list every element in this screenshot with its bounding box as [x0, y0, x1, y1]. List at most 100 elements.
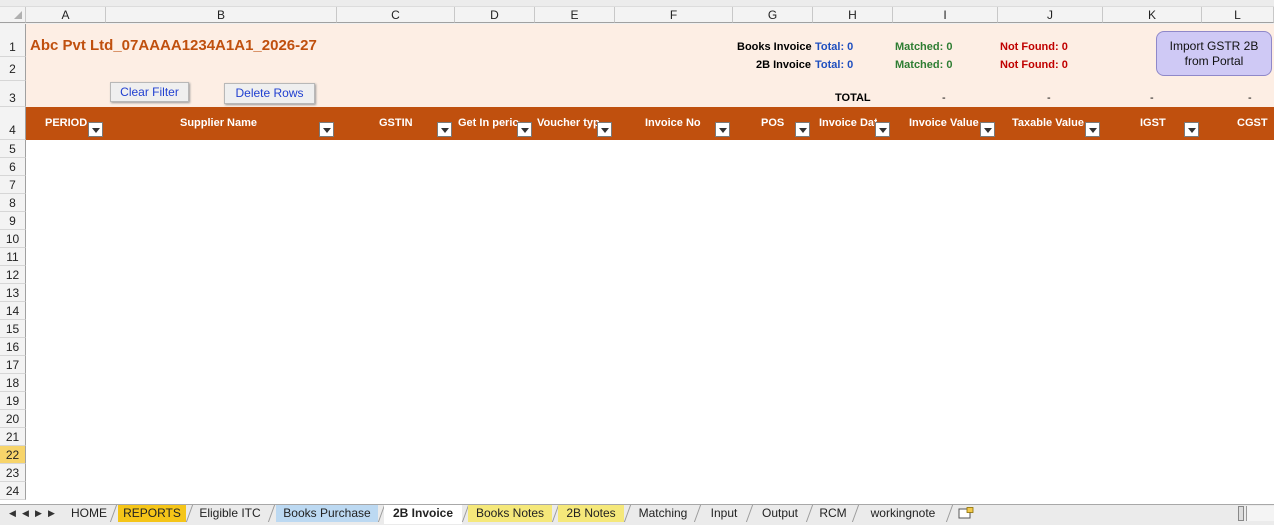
books-matched: Matched: 0: [895, 41, 953, 53]
column-header-l[interactable]: L: [1202, 7, 1274, 23]
filter-dropdown-icon[interactable]: [1184, 122, 1199, 137]
filter-dropdown-icon[interactable]: [88, 122, 103, 137]
row-header-13[interactable]: 13: [0, 284, 26, 302]
total-value-i: -: [942, 92, 946, 104]
total-value-j: -: [1047, 92, 1051, 104]
header-period: PERIOD: [45, 117, 88, 129]
column-header-d[interactable]: D: [455, 7, 535, 23]
twob-notfound: Not Found: 0: [1000, 59, 1068, 71]
column-header-c[interactable]: C: [337, 7, 455, 23]
filter-dropdown-icon[interactable]: [980, 122, 995, 137]
sheet-tab-input[interactable]: Input: [702, 505, 746, 522]
twob-total: Total: 0: [815, 59, 854, 71]
row-header-22[interactable]: 22: [0, 446, 26, 464]
row-header-8[interactable]: 8: [0, 194, 26, 212]
header-gstin: GSTIN: [379, 117, 413, 129]
header-invoice-date: Invoice Date: [819, 117, 877, 129]
row-header-16[interactable]: 16: [0, 338, 26, 356]
row-header-10[interactable]: 10: [0, 230, 26, 248]
total-label: TOTAL: [835, 92, 871, 104]
insert-sheet-icon[interactable]: [954, 505, 978, 522]
sheet-tab-matching[interactable]: Matching: [632, 505, 694, 522]
header-igst: IGST: [1140, 117, 1166, 129]
twob-invoice-label: 2B Invoice: [756, 59, 812, 71]
row-header-2[interactable]: 2: [0, 57, 26, 81]
column-header-h[interactable]: H: [813, 7, 893, 23]
filter-dropdown-icon[interactable]: [715, 122, 730, 137]
horizontal-scroll-splitter[interactable]: [1238, 506, 1244, 521]
row-header-4[interactable]: 4: [0, 107, 26, 140]
row-header-12[interactable]: 12: [0, 266, 26, 284]
row-header-5[interactable]: 5: [0, 140, 26, 158]
sheet-tab-books-notes[interactable]: Books Notes: [468, 505, 552, 522]
column-header-e[interactable]: E: [535, 7, 615, 23]
row-header-1[interactable]: 1: [0, 24, 26, 57]
row-header-23[interactable]: 23: [0, 464, 26, 482]
row-header-6[interactable]: 6: [0, 158, 26, 176]
sheet-tab-rcm[interactable]: RCM: [814, 505, 852, 522]
filter-dropdown-icon[interactable]: [875, 122, 890, 137]
header-invoice-value: Invoice Value: [909, 117, 979, 129]
header-cgst: CGST: [1237, 117, 1268, 129]
filter-dropdown-icon[interactable]: [597, 122, 612, 137]
total-value-k: -: [1150, 92, 1154, 104]
next-sheet-icon[interactable]: ▶: [35, 508, 42, 519]
filter-dropdown-icon[interactable]: [517, 122, 532, 137]
column-header-k[interactable]: K: [1103, 7, 1202, 23]
column-header-g[interactable]: G: [733, 7, 813, 23]
sheet-tab-workingnote[interactable]: workingnote: [860, 505, 946, 522]
header-voucher-type: Voucher type: [537, 117, 599, 129]
column-header-b[interactable]: B: [106, 7, 337, 23]
row-header-7[interactable]: 7: [0, 176, 26, 194]
row-header-17[interactable]: 17: [0, 356, 26, 374]
insert-sheet-glyph: [958, 507, 974, 519]
sheet-tab-output[interactable]: Output: [754, 505, 806, 522]
horizontal-scrollbar[interactable]: [1246, 506, 1274, 521]
header-taxable-value: Taxable Value: [1012, 117, 1084, 129]
row-header-9[interactable]: 9: [0, 212, 26, 230]
row-header-18[interactable]: 18: [0, 374, 26, 392]
header-get-in-period: Get In period: [458, 117, 520, 129]
formula-bar-edge: [0, 0, 1274, 7]
header-pos: POS: [761, 117, 785, 129]
company-title: Abc Pvt Ltd_07AAAA1234A1A1_2026-27: [30, 37, 317, 54]
row-header-11[interactable]: 11: [0, 248, 26, 266]
filter-dropdown-icon[interactable]: [437, 122, 452, 137]
column-header-j[interactable]: J: [998, 7, 1103, 23]
filter-dropdown-icon[interactable]: [795, 122, 810, 137]
row-header-20[interactable]: 20: [0, 410, 26, 428]
import-gstr-2b-button[interactable]: Import GSTR 2B from Portal: [1156, 31, 1272, 76]
row-header-21[interactable]: 21: [0, 428, 26, 446]
row-header-3[interactable]: 3: [0, 81, 26, 107]
first-sheet-icon[interactable]: ◀: [9, 508, 16, 519]
header-supplier-name: Supplier Name: [180, 117, 258, 129]
select-all-icon[interactable]: [0, 7, 26, 23]
import-button-line2: from Portal: [1184, 54, 1244, 68]
sheet-tab-reports[interactable]: REPORTS: [118, 505, 186, 522]
column-header-i[interactable]: I: [893, 7, 998, 23]
last-sheet-icon[interactable]: ▶: [48, 508, 55, 519]
column-header-bar: A B C D E F G H I J K L: [0, 0, 1274, 24]
books-invoice-label: Books Invoice: [737, 41, 812, 53]
delete-rows-button[interactable]: Delete Rows: [224, 83, 315, 104]
sheet-tab-2b-notes[interactable]: 2B Notes: [558, 505, 624, 522]
sheet-tab-2b-invoice[interactable]: 2B Invoice: [384, 505, 462, 524]
row-header-14[interactable]: 14: [0, 302, 26, 320]
sheet-tab-books-purchase[interactable]: Books Purchase: [276, 505, 378, 522]
books-notfound: Not Found: 0: [1000, 41, 1068, 53]
row-header-19[interactable]: 19: [0, 392, 26, 410]
filter-dropdown-icon[interactable]: [319, 122, 334, 137]
twob-matched: Matched: 0: [895, 59, 953, 71]
sheet-tab-eligible-itc[interactable]: Eligible ITC: [192, 505, 268, 522]
prev-sheet-icon[interactable]: ◀: [22, 508, 29, 519]
column-header-a[interactable]: A: [26, 7, 106, 23]
column-header-f[interactable]: F: [615, 7, 733, 23]
sheet-tab-home[interactable]: HOME: [66, 505, 112, 522]
import-button-line1: Import GSTR 2B: [1169, 39, 1259, 53]
header-invoice-no: Invoice No: [645, 117, 701, 129]
clear-filter-button[interactable]: Clear Filter: [110, 82, 189, 102]
row-header-24[interactable]: 24: [0, 482, 26, 500]
total-value-l: -: [1248, 92, 1252, 104]
filter-dropdown-icon[interactable]: [1085, 122, 1100, 137]
row-header-15[interactable]: 15: [0, 320, 26, 338]
